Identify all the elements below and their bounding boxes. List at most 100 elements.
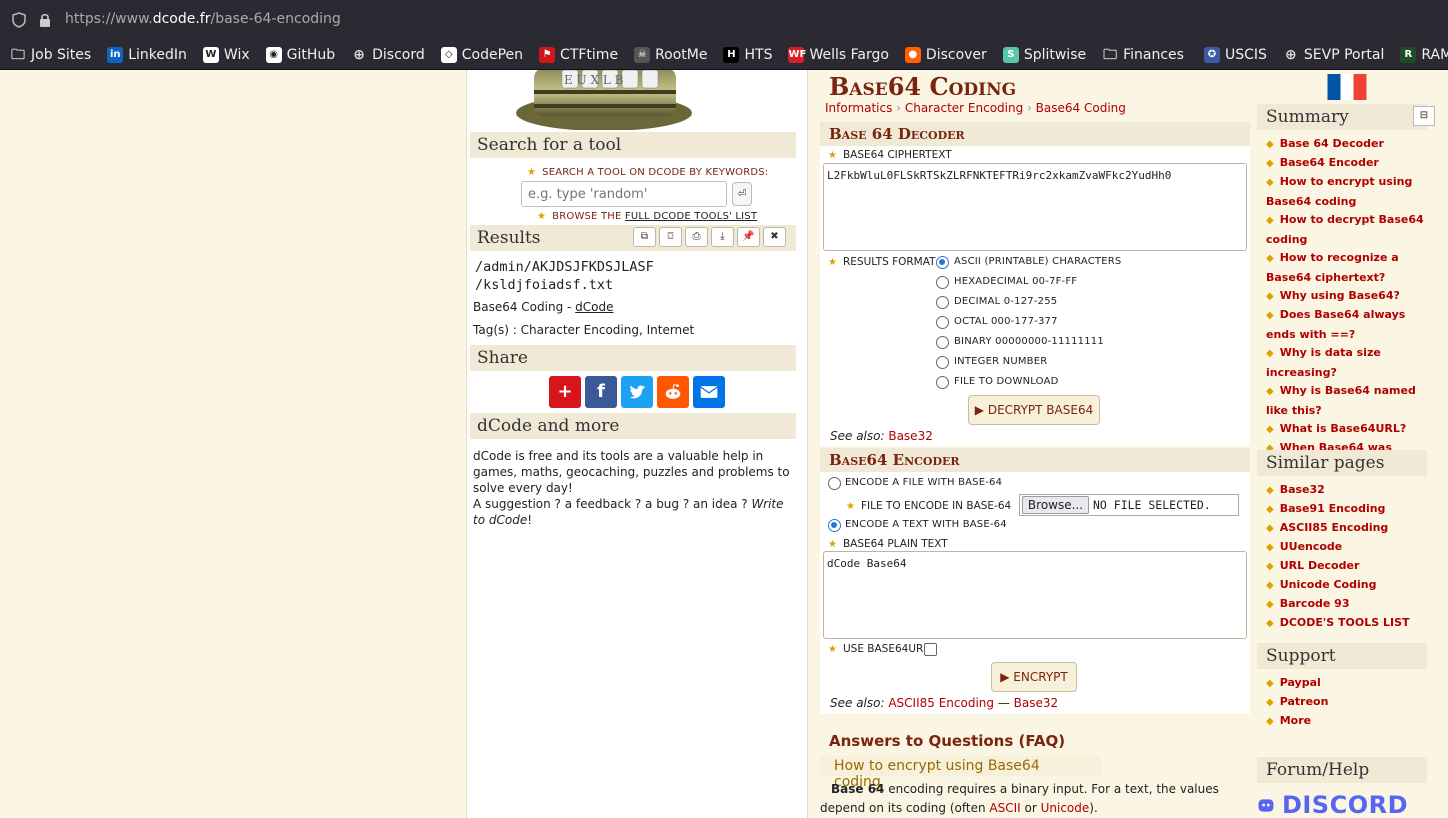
sidebar-link[interactable]: ◆ Why is data size increasing? [1266, 343, 1436, 382]
bookmark-item[interactable]: in LinkedIn [97, 40, 193, 69]
facebook-icon[interactable]: f [585, 376, 617, 408]
sidebar-link[interactable]: ◆ Base64 Encoder [1266, 153, 1436, 173]
ciphertext-input[interactable]: L2FkbWluL0FLSkRTSkZLRFNKTEFTRi9rc2xkamZv… [823, 163, 1247, 251]
sidebar-link[interactable]: ◆ ASCII85 Encoding [1266, 518, 1436, 538]
results-format-radio[interactable] [936, 276, 949, 289]
bookmark-item[interactable]: ☠ RootMe [624, 40, 713, 69]
results-format-radio[interactable] [936, 336, 949, 349]
search-enter-button[interactable]: ⏎ [732, 182, 752, 206]
bookmark-item[interactable]: ◉ GitHub [256, 40, 342, 69]
bookmark-item[interactable]: 🗀 Finances [1092, 40, 1190, 69]
download-icon[interactable]: ⤓ [711, 227, 734, 247]
faq-title: Answers to Questions (FAQ) [829, 732, 1066, 750]
sidebar-link[interactable]: ◆ How to decrypt Base64 coding [1266, 210, 1436, 249]
see-also-base32-link[interactable]: Base32 [888, 429, 933, 443]
share-plus-icon[interactable]: + [549, 376, 581, 408]
sidebar-link[interactable]: ◆ DCODE'S TOOLS LIST [1266, 613, 1436, 633]
email-icon[interactable] [693, 376, 725, 408]
bookmark-label: LinkedIn [128, 46, 187, 63]
bookmark-label: SEVP Portal [1303, 46, 1385, 63]
bookmark-item[interactable]: 🗀 Job Sites [0, 40, 97, 69]
reddit-icon[interactable] [657, 376, 689, 408]
pin-icon[interactable]: 📌 [737, 227, 760, 247]
breadcrumb-item[interactable]: Base64 Coding [1036, 101, 1126, 115]
sidebar-link[interactable]: ◆ What is Base64URL? [1266, 419, 1436, 439]
breadcrumb-item[interactable]: Character Encoding [905, 101, 1023, 115]
bullet-icon: ◆ [1266, 678, 1274, 689]
bookmark-item[interactable]: W Wix [193, 40, 256, 69]
encrypt-button[interactable]: ▶ ENCRYPT [991, 662, 1077, 692]
see-also-ascii85-link[interactable]: ASCII85 Encoding [888, 696, 994, 710]
bullet-icon: ◆ [1266, 523, 1274, 534]
bookmark-item[interactable]: ⊕ SEVP Portal [1273, 40, 1390, 69]
ascii-link[interactable]: ASCII [989, 801, 1020, 815]
sidebar-link[interactable]: ◆ Base91 Encoding [1266, 499, 1436, 519]
browser-url-bar[interactable]: https://www.dcode.fr/base-64-encoding [0, 0, 1448, 40]
sidebar-link[interactable]: ◆ Why using Base64? [1266, 286, 1436, 306]
bookmark-label: RootMe [655, 46, 708, 63]
results-line: /ksldjfoiadsf.txt [475, 277, 614, 293]
dcode-link[interactable]: dCode [575, 300, 613, 314]
bullet-icon: ◆ [1266, 424, 1274, 435]
collapse-icon[interactable]: ⊟ [1413, 106, 1435, 126]
bullet-icon: ◆ [1266, 542, 1274, 553]
french-flag-icon[interactable] [1327, 74, 1367, 100]
url-text[interactable]: https://www.dcode.fr/base-64-encoding [65, 11, 341, 27]
results-format-radio[interactable] [936, 316, 949, 329]
screenshot-icon[interactable]: ⌼ [659, 227, 682, 247]
search-input[interactable] [521, 181, 727, 207]
sidebar-link[interactable]: ◆ Does Base64 always ends with ==? [1266, 305, 1436, 344]
results-format-radio[interactable] [936, 376, 949, 389]
tracking-shield-icon[interactable] [12, 12, 26, 28]
unicode-link[interactable]: Unicode [1041, 801, 1090, 815]
sidebar-link[interactable]: ◆ How to encrypt using Base64 coding [1266, 172, 1436, 211]
bookmark-item[interactable]: WF Wells Fargo [778, 40, 894, 69]
plaintext-input[interactable]: dCode Base64 [823, 551, 1247, 639]
print-icon[interactable]: ⎙ [685, 227, 708, 247]
sidebar-link[interactable]: ◆ Unicode Coding [1266, 575, 1436, 595]
decrypt-button[interactable]: ▶ DECRYPT BASE64 [968, 395, 1100, 425]
bookmark-item[interactable]: ● Discover [895, 40, 993, 69]
bookmark-item[interactable]: ⚑ CTFtime [529, 40, 624, 69]
sidebar-link[interactable]: ◆ URL Decoder [1266, 556, 1436, 576]
browse-file-button[interactable]: Browse... [1022, 496, 1089, 514]
sidebar-link[interactable]: ◆ Patreon [1266, 692, 1436, 712]
bullet-icon: ◆ [1266, 177, 1274, 188]
bullet-icon: ◆ [1266, 158, 1274, 169]
sidebar-link[interactable]: ◆ UUencode [1266, 537, 1436, 557]
results-format-radio[interactable] [936, 256, 949, 269]
discord-logo[interactable]: DISCORD [1258, 790, 1408, 818]
bookmark-item[interactable]: RRAMweb [1390, 40, 1448, 69]
encode-file-radio[interactable] [828, 477, 841, 490]
dcode-page: E U X L B Search for a tool ★ SEARCH A TO… [0, 70, 1448, 818]
sidebar-link[interactable]: ◆ Paypal [1266, 673, 1436, 693]
splitwise-icon: S [1002, 46, 1019, 63]
bullet-icon: ◆ [1266, 253, 1274, 264]
sidebar-link[interactable]: ◆ Barcode 93 [1266, 594, 1436, 614]
bookmark-item[interactable]: ✪ USCIS [1194, 40, 1273, 69]
bookmark-item[interactable]: H HTS [713, 40, 778, 69]
file-input[interactable]: Browse... NO FILE SELECTED. [1019, 494, 1239, 516]
page-title: Base64 Coding [829, 72, 1017, 101]
sidebar-link[interactable]: ◆ More [1266, 711, 1436, 731]
full-tools-list-link[interactable]: FULL DCODE TOOLS' LIST [625, 211, 757, 222]
sidebar-link[interactable]: ◆ Base32 [1266, 480, 1436, 500]
results-format-radio[interactable] [936, 356, 949, 369]
close-icon[interactable]: ✖ [763, 227, 786, 247]
twitter-icon[interactable] [621, 376, 653, 408]
bullet-icon: ◆ [1266, 139, 1274, 150]
lock-icon[interactable] [38, 12, 52, 28]
sidebar-link[interactable]: ◆ How to recognize a Base64 ciphertext? [1266, 248, 1436, 287]
base64url-checkbox[interactable] [924, 643, 937, 656]
bookmark-item[interactable]: ◇ CodePen [431, 40, 529, 69]
see-also-base32-link[interactable]: Base32 [1014, 696, 1059, 710]
bullet-icon: ◆ [1266, 618, 1274, 629]
results-format-radio[interactable] [936, 296, 949, 309]
sidebar-link[interactable]: ◆ Why is Base64 named like this? [1266, 381, 1436, 420]
bookmark-item[interactable]: ⊕ Discord [341, 40, 431, 69]
bookmark-item[interactable]: S Splitwise [993, 40, 1092, 69]
breadcrumb-item[interactable]: Informatics [825, 101, 892, 115]
encode-text-radio[interactable] [828, 519, 841, 532]
copy-icon[interactable]: ⧉ [633, 227, 656, 247]
sidebar-link[interactable]: ◆ Base 64 Decoder [1266, 134, 1436, 154]
